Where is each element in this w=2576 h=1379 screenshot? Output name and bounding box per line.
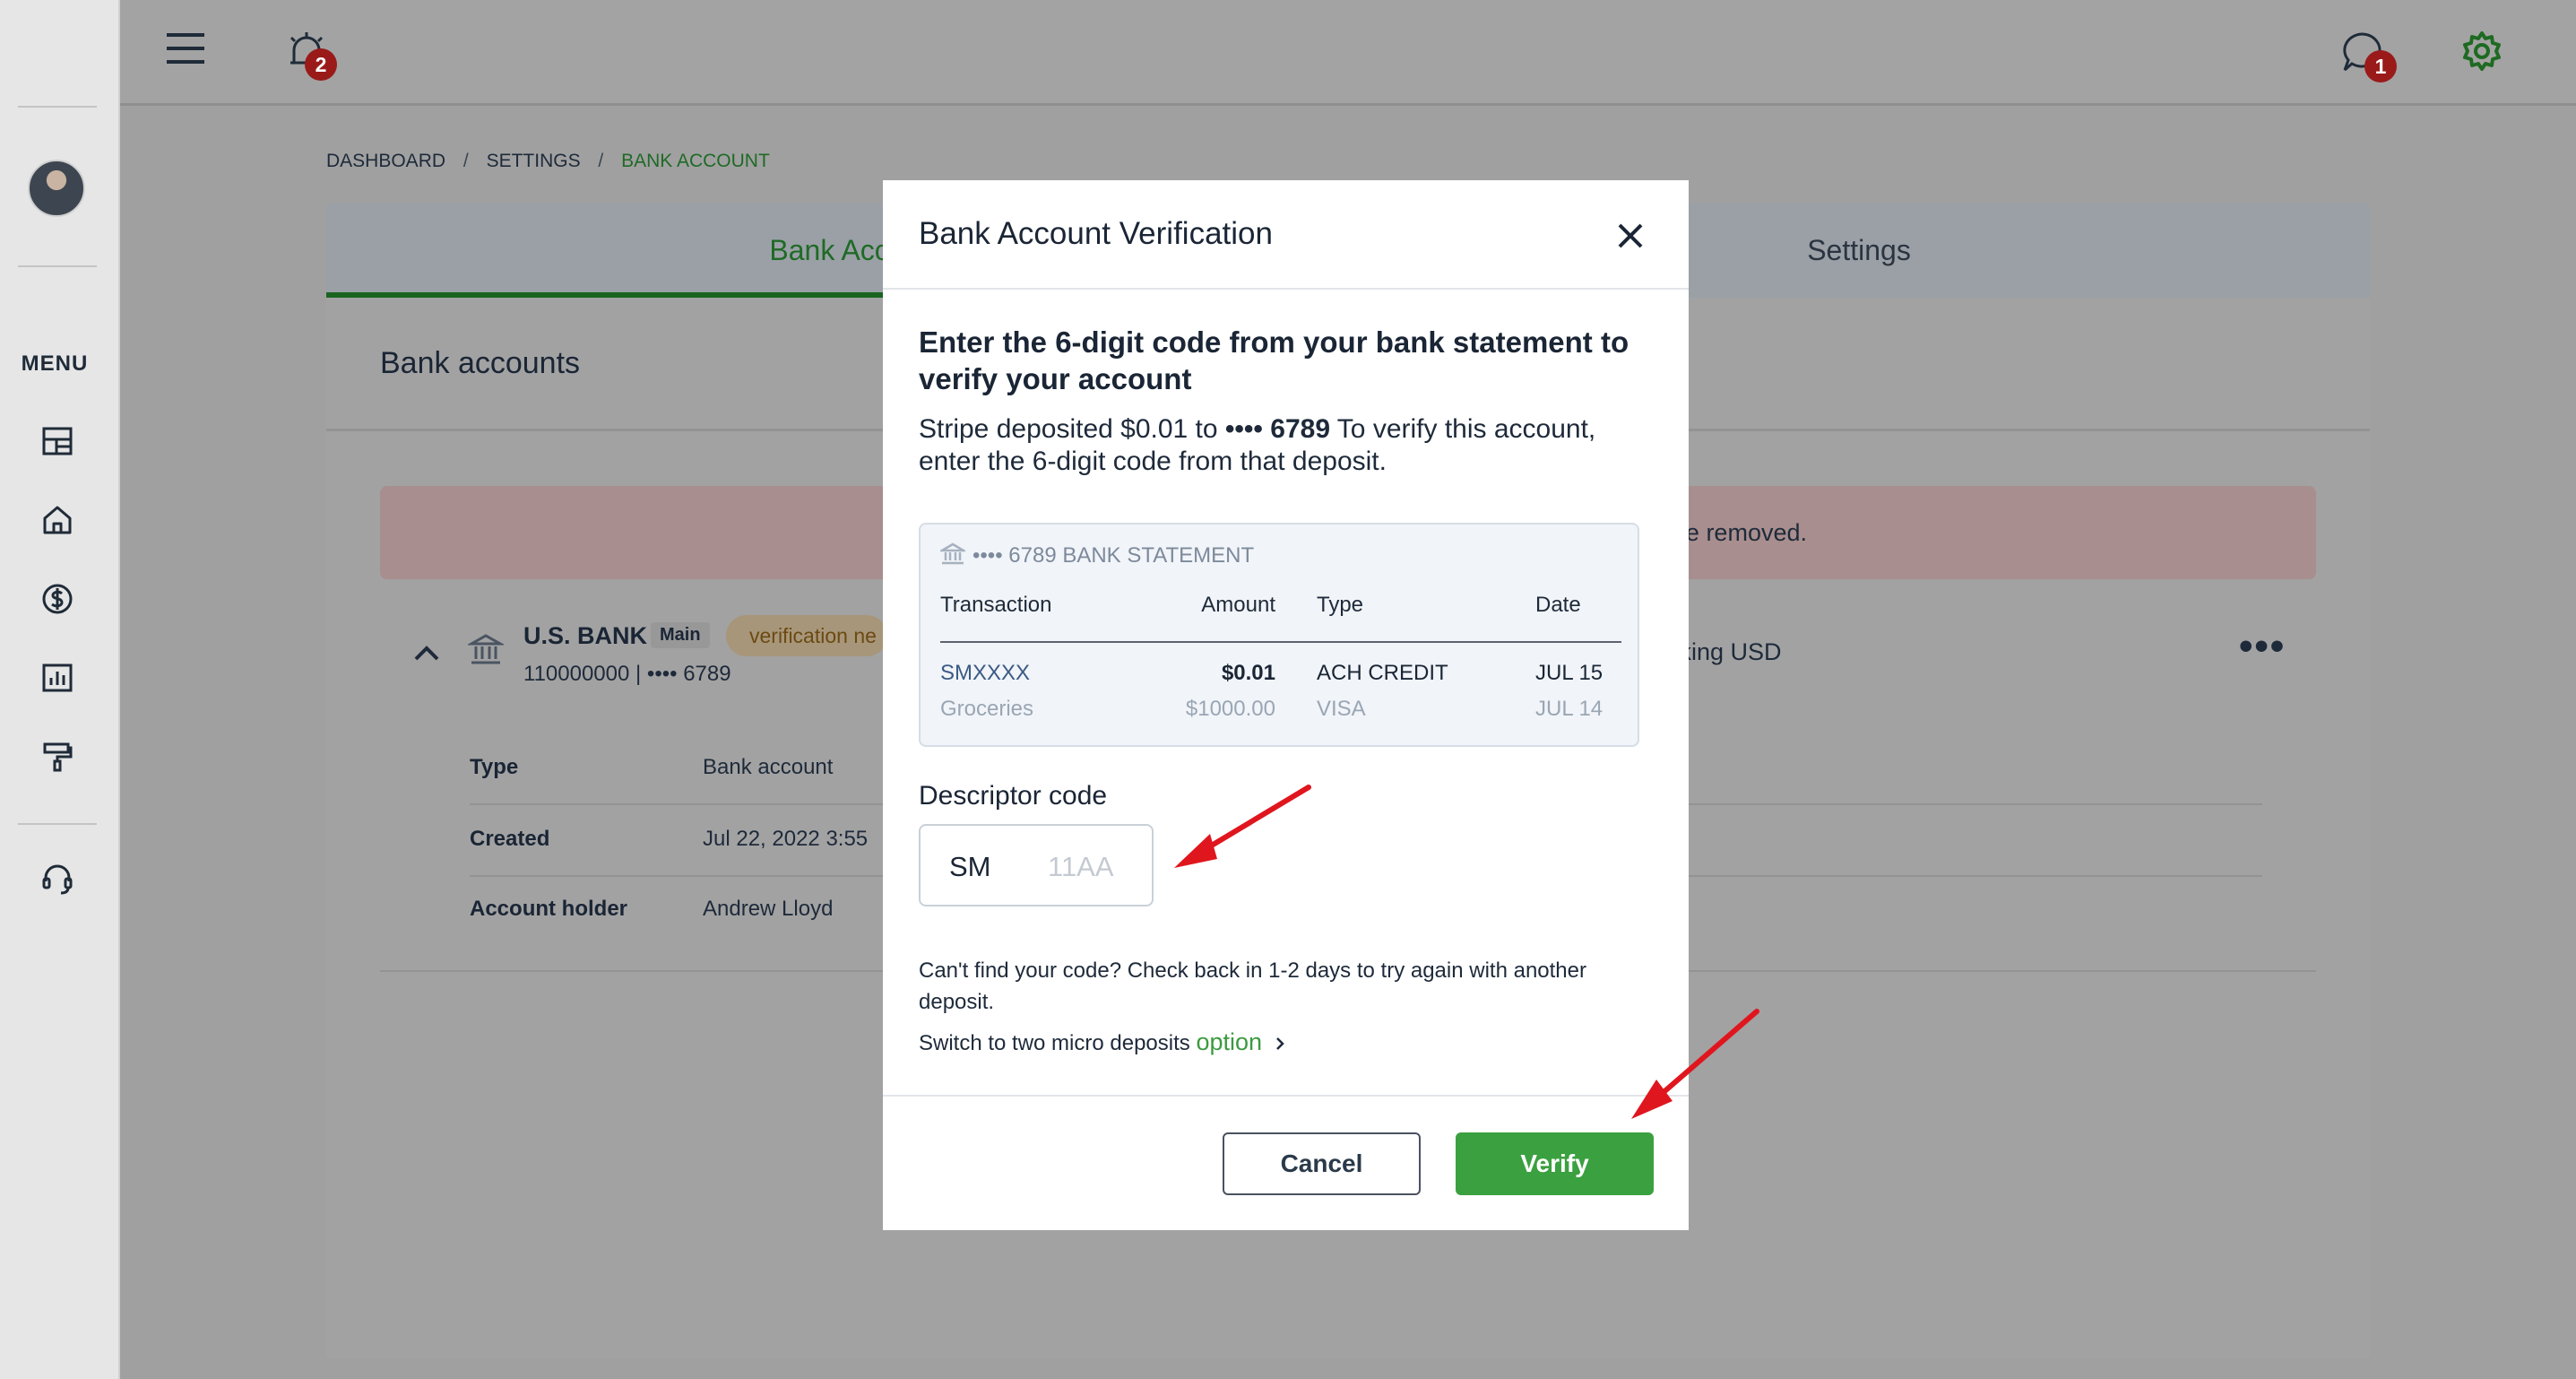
top-bar: 2 1 — [120, 0, 2576, 106]
descriptor-code-input[interactable]: SM 11AA — [919, 824, 1154, 906]
alarm-icon[interactable]: 2 — [285, 29, 337, 81]
alert-text: e removed. — [1685, 519, 1807, 546]
column-header: Type — [1317, 593, 1364, 617]
chat-icon[interactable]: 1 — [2339, 29, 2397, 82]
modal-heading: Enter the 6-digit code from your bank st… — [919, 325, 1629, 395]
gear-icon[interactable] — [2459, 29, 2504, 78]
descriptor-placeholder: 11AA — [1048, 851, 1114, 882]
reports-icon[interactable] — [38, 658, 77, 698]
close-icon[interactable] — [1612, 218, 1648, 254]
column-header: Transaction — [940, 593, 1052, 617]
desc-text: Stripe deposited $0.01 to — [919, 414, 1225, 444]
detail-value: Andrew Lloyd — [703, 897, 834, 921]
transaction-cell: Groceries — [940, 697, 1034, 721]
type-cell: ACH CREDIT — [1317, 661, 1448, 685]
switch-text: Switch to two micro deposits — [919, 1031, 1197, 1055]
modal-header: Bank Account Verification — [883, 180, 1689, 290]
date-cell: JUL 15 — [1535, 661, 1604, 685]
bank-icon — [938, 542, 968, 565]
dashboard-icon[interactable] — [38, 421, 77, 461]
hamburger-menu-icon[interactable] — [167, 30, 204, 71]
home-icon[interactable] — [38, 500, 77, 540]
verification-modal: Bank Account Verification Enter the 6-di… — [883, 180, 1689, 1230]
account-number: 110000000 | •••• 6789 — [523, 662, 731, 686]
statement-title: •••• 6789 BANK STATEMENT — [972, 543, 1255, 568]
column-header: Amount — [1201, 593, 1275, 617]
page-title: Bank accounts — [380, 346, 581, 380]
cancel-button[interactable]: Cancel — [1223, 1132, 1421, 1195]
collapse-chevron-icon[interactable] — [412, 637, 441, 670]
chat-badge: 1 — [2364, 50, 2397, 82]
main-tag: Main — [651, 622, 710, 648]
type-cell: VISA — [1317, 697, 1366, 721]
bank-icon — [466, 631, 506, 672]
breadcrumb-separator: / — [598, 151, 604, 171]
sidebar-divider — [18, 823, 97, 825]
sidebar-divider — [18, 265, 97, 267]
breadcrumb: DASHBOARD / SETTINGS / BANK ACCOUNT — [326, 151, 782, 172]
desc-account: •••• 6789 — [1224, 414, 1331, 444]
sidebar: MENU — [0, 0, 120, 1379]
modal-description: Stripe deposited $0.01 to •••• 6789 To v… — [919, 413, 1654, 478]
amount-cell: $1000.00 — [1185, 697, 1275, 721]
statement-header: •••• 6789 BANK STATEMENT — [938, 542, 1255, 568]
detail-label: Account holder — [470, 897, 628, 921]
breadcrumb-bank-account: BANK ACCOUNT — [621, 151, 770, 171]
help-text: Can't find your code? Check back in 1-2 … — [919, 958, 1586, 1014]
detail-value: Bank account — [703, 755, 834, 779]
verify-button[interactable]: Verify — [1456, 1132, 1654, 1195]
bank-statement-preview: •••• 6789 BANK STATEMENT Transaction Amo… — [919, 523, 1639, 747]
divider — [940, 641, 1621, 643]
transaction-cell: SMXXXX — [940, 661, 1031, 685]
detail-label: Created — [470, 827, 550, 851]
paint-roller-icon[interactable] — [38, 737, 77, 776]
chevron-right-icon[interactable] — [1274, 1036, 1286, 1052]
amount-cell: $0.01 — [1221, 661, 1275, 685]
option-link[interactable]: option — [1196, 1028, 1262, 1055]
detail-value: Jul 22, 2022 3:55 — [703, 827, 869, 851]
divider — [883, 1095, 1689, 1097]
menu-label: MENU — [21, 351, 89, 376]
switch-method: Switch to two micro deposits option — [919, 1028, 1286, 1056]
descriptor-label: Descriptor code — [919, 781, 1108, 811]
avatar[interactable] — [28, 160, 85, 217]
more-options-icon[interactable]: ••• — [2239, 624, 2286, 669]
column-header: Date — [1535, 593, 1581, 617]
breadcrumb-dashboard[interactable]: DASHBOARD — [326, 151, 445, 171]
detail-label: Type — [470, 755, 519, 779]
alarm-badge: 2 — [305, 48, 337, 81]
bank-name: U.S. BANK — [523, 622, 648, 649]
sidebar-divider — [18, 106, 97, 108]
modal-title: Bank Account Verification — [919, 216, 1273, 251]
date-cell: JUL 14 — [1535, 697, 1604, 721]
support-headset-icon[interactable] — [38, 859, 77, 898]
dollar-icon[interactable] — [38, 579, 77, 619]
breadcrumb-separator: / — [462, 151, 469, 171]
breadcrumb-settings[interactable]: SETTINGS — [487, 151, 581, 171]
status-badge: verification ne — [726, 615, 887, 656]
descriptor-prefix: SM — [949, 851, 991, 882]
